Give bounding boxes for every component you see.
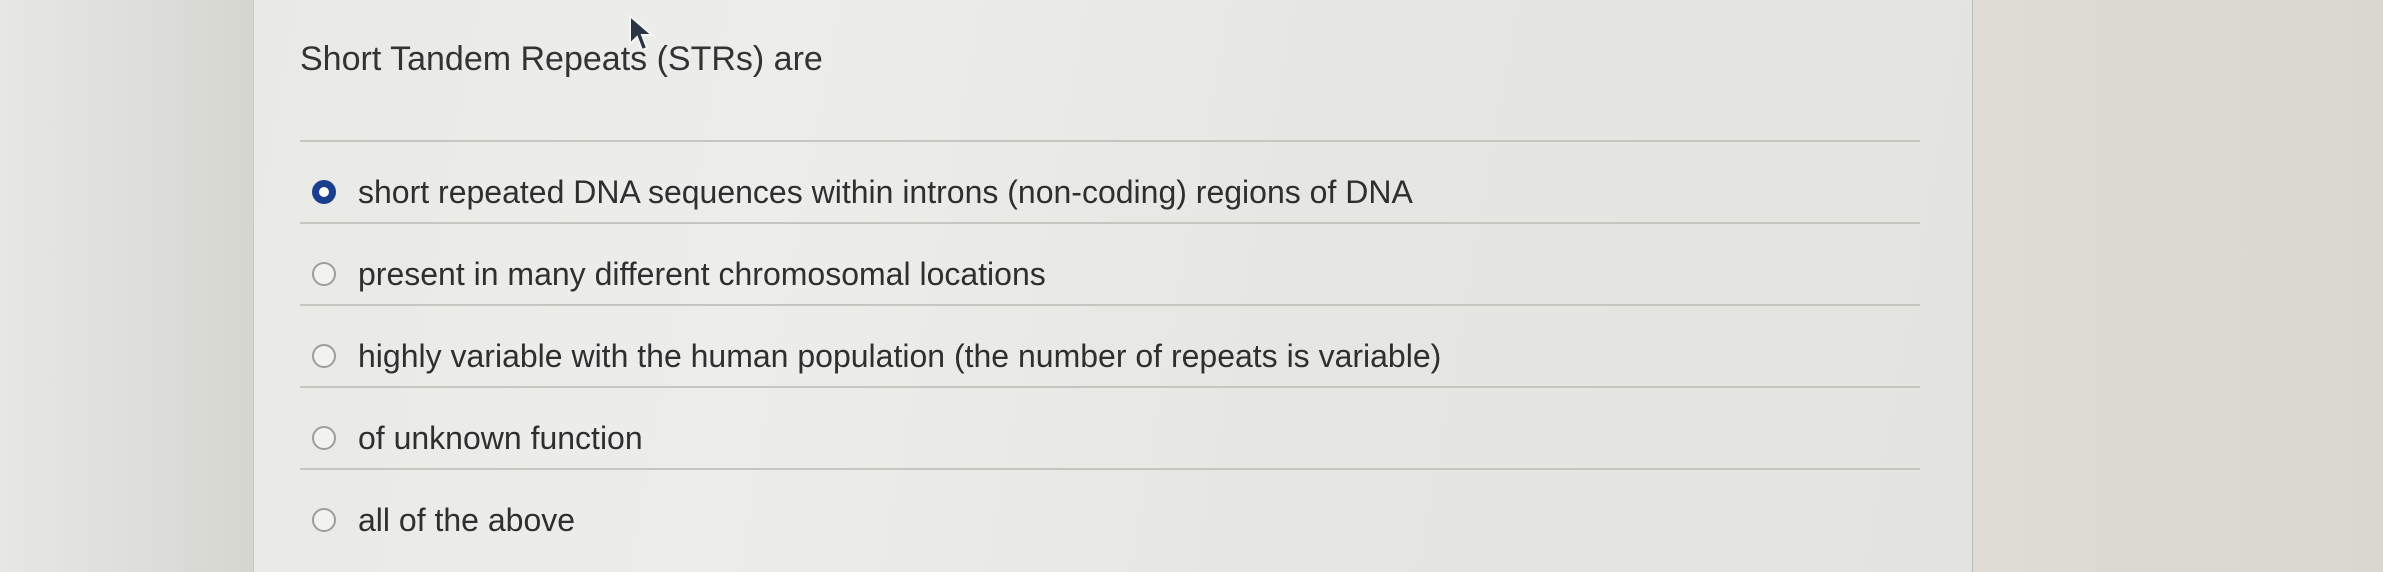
option-label: all of the above: [358, 501, 576, 538]
mouse-pointer-icon: [629, 14, 655, 52]
option-divider: [300, 468, 1920, 470]
radio-unselected-icon[interactable]: [312, 344, 336, 368]
option-divider: [300, 222, 1920, 224]
option-label: short repeated DNA sequences within intr…: [358, 173, 1413, 210]
option-4[interactable]: of unknown function: [312, 418, 643, 458]
question-divider: [300, 140, 1920, 142]
option-label: present in many different chromosomal lo…: [358, 255, 1046, 292]
option-divider: [300, 386, 1920, 388]
option-2[interactable]: present in many different chromosomal lo…: [312, 254, 1046, 294]
option-3[interactable]: highly variable with the human populatio…: [312, 336, 1441, 376]
option-5[interactable]: all of the above: [312, 500, 575, 540]
option-1[interactable]: short repeated DNA sequences within intr…: [312, 172, 1413, 212]
option-label: of unknown function: [358, 419, 643, 456]
radio-unselected-icon[interactable]: [312, 262, 336, 286]
radio-unselected-icon[interactable]: [312, 426, 336, 450]
radio-unselected-icon[interactable]: [312, 508, 336, 532]
question-text: Short Tandem Repeats (STRs) are: [300, 40, 823, 78]
left-background: [0, 0, 253, 572]
right-background: [1973, 0, 2383, 572]
option-divider: [300, 304, 1920, 306]
radio-selected-icon[interactable]: [312, 180, 336, 204]
option-label: highly variable with the human populatio…: [358, 337, 1442, 374]
